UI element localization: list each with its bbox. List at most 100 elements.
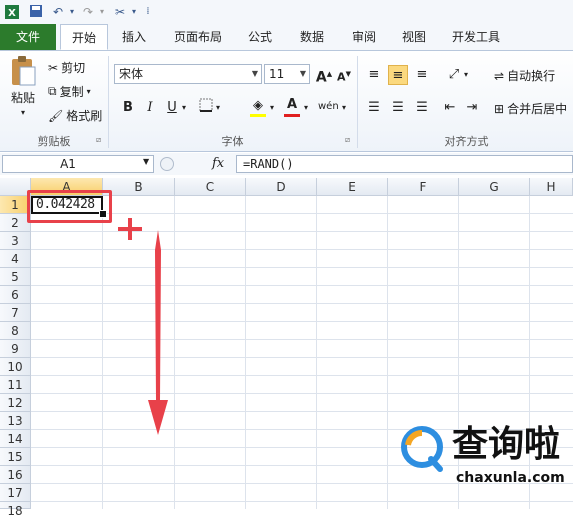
increase-indent-button[interactable]: ⇥ — [462, 98, 482, 118]
orientation-icon: ⤢ — [448, 67, 460, 82]
tab-review[interactable]: 审阅 — [344, 24, 384, 50]
drag-down-arrow-icon — [146, 230, 170, 436]
gridline — [31, 375, 573, 376]
wrap-text-button[interactable]: ⇌ 自动换行 — [494, 67, 555, 84]
row-header[interactable]: 6 — [0, 286, 31, 304]
font-color-icon: A — [286, 97, 298, 112]
customize-qat-icon[interactable]: ⁞ — [140, 4, 156, 20]
align-center-button[interactable]: ☰ — [388, 98, 408, 118]
align-right-button[interactable]: ☰ — [412, 98, 432, 118]
fill-color-dropdown-icon[interactable]: ▾ — [270, 103, 274, 112]
phonetic-dropdown-icon[interactable]: ▾ — [342, 103, 346, 112]
cut-label: 剪切 — [61, 61, 86, 75]
align-right-icon: ☰ — [416, 100, 428, 115]
save-icon[interactable] — [28, 4, 44, 20]
gridline — [31, 231, 573, 232]
row-header[interactable]: 11 — [0, 376, 31, 394]
row-header[interactable]: 17 — [0, 484, 31, 502]
gridline — [31, 267, 573, 268]
bold-button[interactable]: B — [118, 98, 138, 118]
formula-bar-resize-handle[interactable] — [160, 157, 174, 171]
column-header[interactable]: G — [459, 178, 530, 196]
row-header[interactable]: 9 — [0, 340, 31, 358]
tab-developer[interactable]: 开发工具 — [444, 24, 508, 50]
clipboard-launcher-icon[interactable]: ⧄ — [96, 135, 101, 145]
tab-formulas[interactable]: 公式 — [240, 24, 280, 50]
column-header[interactable]: E — [317, 178, 388, 196]
row-header[interactable]: 10 — [0, 358, 31, 376]
align-left-icon: ☰ — [368, 100, 380, 115]
column-header[interactable]: F — [388, 178, 459, 196]
font-launcher-icon[interactable]: ⧄ — [345, 135, 350, 145]
shrink-font-button[interactable]: A▼ — [334, 64, 354, 84]
decrease-indent-button[interactable]: ⇤ — [440, 98, 460, 118]
increase-indent-icon: ⇥ — [466, 100, 478, 115]
tab-insert[interactable]: 插入 — [114, 24, 154, 50]
row-header[interactable]: 12 — [0, 394, 31, 412]
column-header[interactable]: H — [530, 178, 573, 196]
borders-button[interactable] — [196, 98, 216, 118]
phonetic-button[interactable]: wén — [318, 97, 339, 117]
underline-dropdown-icon[interactable]: ▾ — [182, 103, 186, 112]
tab-home[interactable]: 开始 — [60, 24, 108, 50]
format-painter-button[interactable]: 🖌 格式刷 — [48, 107, 102, 124]
insert-function-icon[interactable]: fx — [212, 156, 224, 171]
row-header[interactable]: 13 — [0, 412, 31, 430]
row-header[interactable]: 16 — [0, 466, 31, 484]
fill-color-button[interactable]: ◈ — [248, 96, 268, 116]
name-box[interactable]: A1 ▼ — [2, 155, 154, 173]
chevron-down-icon: ▼ — [299, 69, 306, 78]
column-header[interactable]: C — [175, 178, 246, 196]
borders-dropdown-icon[interactable]: ▾ — [216, 103, 220, 112]
undo-dropdown-icon[interactable]: ▾ — [64, 4, 80, 20]
gridline — [31, 411, 573, 412]
align-middle-icon: ≡ — [392, 68, 404, 83]
orientation-button[interactable]: ⤢ — [444, 65, 464, 85]
annotation-highlight-box — [27, 190, 112, 223]
align-left-button[interactable]: ☰ — [364, 98, 384, 118]
align-middle-button[interactable]: ≡ — [388, 65, 408, 85]
chevron-down-icon: ▼ — [251, 69, 258, 78]
merge-center-button[interactable]: ⊞ 合并后居中 — [494, 100, 567, 117]
paste-dropdown-icon: ▾ — [20, 108, 25, 117]
font-size-value: 11 — [269, 67, 285, 81]
tab-data[interactable]: 数据 — [292, 24, 332, 50]
clipboard-group-label: 剪贴板 — [37, 135, 71, 148]
row-header[interactable]: 14 — [0, 430, 31, 448]
format-painter-label: 格式刷 — [66, 109, 103, 123]
row-header[interactable]: 3 — [0, 232, 31, 250]
align-top-button[interactable]: ≡ — [364, 65, 384, 85]
row-header[interactable]: 5 — [0, 268, 31, 286]
row-header[interactable]: 4 — [0, 250, 31, 268]
row-header[interactable]: 7 — [0, 304, 31, 322]
copy-button[interactable]: ⧉ 复制 ▾ — [48, 83, 91, 100]
tab-page-layout[interactable]: 页面布局 — [166, 24, 230, 50]
column-header[interactable]: D — [246, 178, 317, 196]
quick-access-toolbar: X ↶ ▾ ↷ ▾ ✂ ▾ ⁞ — [0, 0, 573, 24]
row-header[interactable]: 8 — [0, 322, 31, 340]
row-header[interactable]: 18 — [0, 502, 31, 518]
tab-view[interactable]: 视图 — [394, 24, 434, 50]
column-header[interactable]: B — [103, 178, 175, 196]
font-color-button[interactable]: A — [282, 95, 302, 115]
italic-button[interactable]: I — [140, 98, 160, 118]
redo-dropdown-icon[interactable]: ▾ — [94, 4, 110, 20]
font-name-combo[interactable]: 宋体 ▼ — [114, 64, 262, 84]
paste-button[interactable]: 粘贴 ▾ — [6, 55, 40, 117]
paint-bucket-icon: ◈ — [253, 98, 263, 113]
magnifier-logo-icon — [398, 425, 446, 473]
align-bottom-button[interactable]: ≡ — [412, 65, 432, 85]
row-header[interactable]: 15 — [0, 448, 31, 466]
gridline — [102, 196, 103, 509]
grow-font-button[interactable]: A▲ — [314, 64, 334, 86]
font-size-combo[interactable]: 11 ▼ — [264, 64, 310, 84]
gridline — [31, 339, 573, 340]
name-box-value: A1 — [60, 157, 76, 171]
tab-file[interactable]: 文件 — [0, 24, 56, 50]
orientation-dropdown-icon[interactable]: ▾ — [464, 70, 468, 79]
font-color-dropdown-icon[interactable]: ▾ — [304, 103, 308, 112]
formula-input[interactable]: =RAND() — [236, 155, 573, 173]
cut-button[interactable]: ✂ 剪切 — [48, 59, 85, 76]
gridline — [31, 213, 573, 214]
underline-button[interactable]: U — [162, 98, 182, 118]
